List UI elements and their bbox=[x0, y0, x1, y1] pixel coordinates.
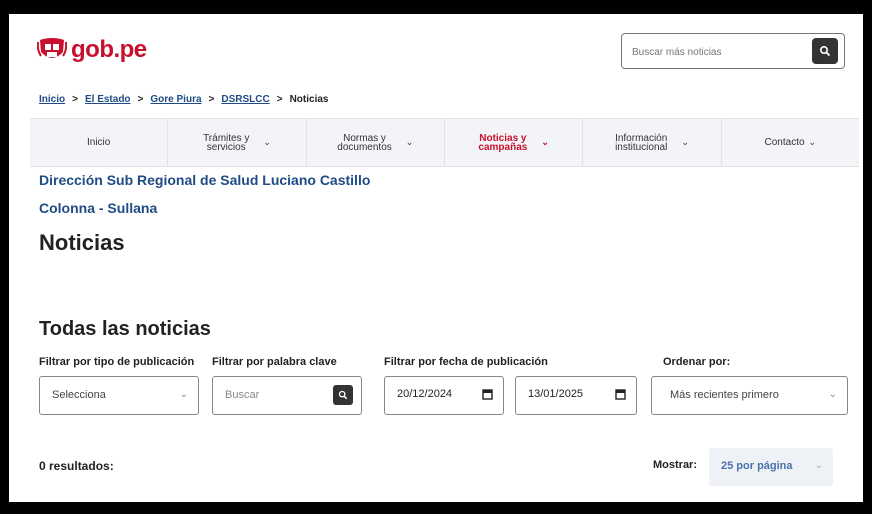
nav-item-inicio[interactable]: Inicio bbox=[30, 119, 169, 166]
chevron-down-icon: ⌄ bbox=[179, 389, 188, 400]
date-to-input[interactable]: 13/01/2025 bbox=[515, 376, 637, 415]
type-filter-label: Filtrar por tipo de publicación bbox=[39, 356, 195, 368]
logo-text: gob.pe bbox=[71, 36, 147, 63]
search-input[interactable] bbox=[630, 42, 804, 62]
nav-item-tramites[interactable]: Trámites y servicios ⌄ bbox=[168, 119, 307, 166]
breadcrumb-separator-icon: > bbox=[208, 94, 215, 105]
per-page-value: 25 por página bbox=[721, 460, 793, 472]
nav-item-label: institucional bbox=[615, 141, 668, 153]
order-label: Ordenar por: bbox=[663, 356, 731, 368]
logo[interactable]: gob.pe bbox=[37, 36, 147, 64]
date-from-value: 20/12/2024 bbox=[397, 388, 453, 400]
order-select[interactable]: Más recientes primero ⌄ bbox=[651, 376, 848, 415]
date-to-value: 13/01/2025 bbox=[528, 388, 584, 400]
keyword-search-button[interactable] bbox=[333, 385, 353, 405]
date-filter-label: Filtrar por fecha de publicación bbox=[384, 356, 548, 368]
main-nav: Inicio Trámites y servicios ⌄ Normas y doc… bbox=[30, 118, 859, 167]
chevron-down-icon: ⌄ bbox=[814, 460, 823, 471]
nav-item-label: campañas bbox=[478, 141, 528, 153]
breadcrumb-current: Noticias bbox=[289, 94, 329, 105]
show-label: Mostrar: bbox=[653, 459, 698, 471]
calendar-icon[interactable] bbox=[482, 388, 493, 400]
calendar-icon[interactable] bbox=[615, 388, 626, 400]
breadcrumb: Inicio > El Estado > Gore Piura > DSRSLC… bbox=[39, 94, 328, 105]
section-title: Todas las noticias bbox=[39, 318, 211, 340]
type-filter-value: Selecciona bbox=[52, 389, 106, 401]
chevron-down-icon: ⌄ bbox=[263, 137, 271, 147]
breadcrumb-link-dsrslcc[interactable]: DSRSLCC bbox=[221, 94, 269, 105]
chevron-down-icon: ⌄ bbox=[828, 389, 837, 400]
peru-emblem-icon bbox=[37, 38, 67, 58]
breadcrumb-separator-icon: > bbox=[137, 94, 144, 105]
breadcrumb-separator-icon: > bbox=[72, 94, 78, 105]
chevron-down-icon: ⌄ bbox=[808, 137, 817, 147]
keyword-filter-input[interactable]: Buscar bbox=[225, 389, 259, 401]
nav-item-label: documentos bbox=[337, 141, 392, 153]
chevron-down-icon: ⌄ bbox=[405, 137, 414, 147]
breadcrumb-link-gore-piura[interactable]: Gore Piura bbox=[150, 94, 201, 105]
nav-item-label: Contacto bbox=[764, 137, 805, 148]
page-title: Noticias bbox=[39, 230, 125, 255]
breadcrumb-link-el-estado[interactable]: El Estado bbox=[85, 94, 131, 105]
keyword-filter-label: Filtrar por palabra clave bbox=[212, 356, 337, 368]
nav-item-label: servicios bbox=[206, 141, 246, 153]
per-page-select[interactable]: 25 por página ⌄ bbox=[709, 448, 833, 486]
page: gob.pe Inicio > El Estado > Gore Piura >… bbox=[9, 14, 863, 502]
nav-item-contacto[interactable]: Contacto ⌄ bbox=[722, 119, 859, 166]
header: gob.pe bbox=[9, 14, 863, 90]
keyword-filter-box: Buscar bbox=[212, 376, 362, 415]
nav-item-noticias[interactable]: Noticias y campañas ⌄ bbox=[445, 119, 584, 166]
breadcrumb-link-inicio[interactable]: Inicio bbox=[39, 94, 65, 105]
chevron-down-icon: ⌄ bbox=[681, 137, 689, 147]
type-filter-select[interactable]: Selecciona ⌄ bbox=[39, 376, 199, 415]
chevron-down-icon: ⌄ bbox=[541, 137, 549, 147]
date-from-input[interactable]: 20/12/2024 bbox=[384, 376, 504, 415]
results-count: 0 resultados: bbox=[39, 459, 114, 473]
entity-name-line2: Colonna - Sullana bbox=[39, 200, 158, 216]
search-icon bbox=[819, 45, 831, 57]
entity-name-line1: Dirección Sub Regional de Salud Luciano … bbox=[39, 172, 371, 188]
nav-item-normas[interactable]: Normas y documentos ⌄ bbox=[307, 119, 445, 166]
search-icon bbox=[338, 390, 348, 400]
search-button[interactable] bbox=[812, 38, 838, 64]
breadcrumb-separator-icon: > bbox=[276, 94, 283, 105]
search-box bbox=[621, 33, 845, 69]
nav-item-informacion[interactable]: Información institucional ⌄ bbox=[583, 119, 722, 166]
nav-item-label: Inicio bbox=[86, 137, 111, 148]
order-value: Más recientes primero bbox=[670, 389, 779, 401]
